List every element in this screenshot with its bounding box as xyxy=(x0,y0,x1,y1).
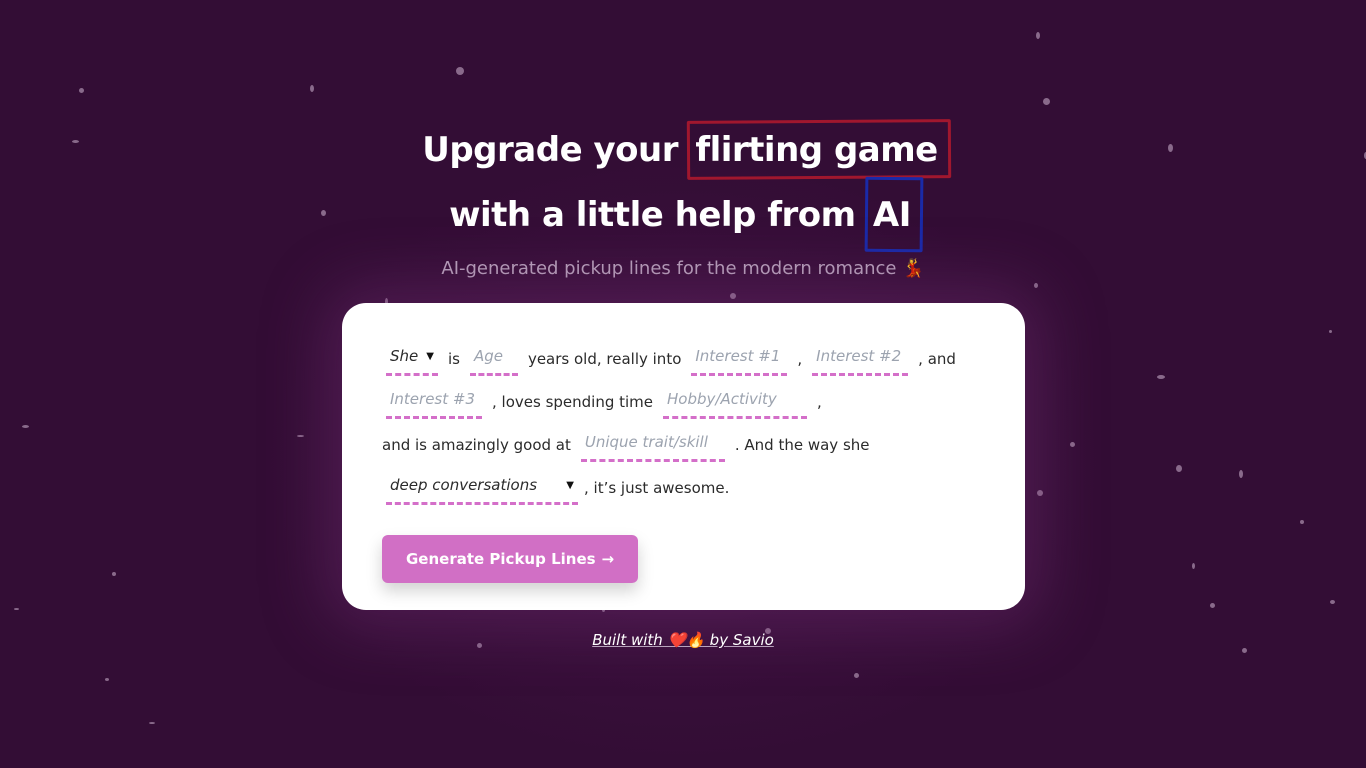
particle xyxy=(1176,465,1182,472)
title-highlight-ai: AI xyxy=(867,183,917,248)
pronoun-select[interactable]: She ▼ xyxy=(386,342,438,376)
particle xyxy=(112,572,116,576)
title-prefix-1: Upgrade your xyxy=(422,130,678,170)
particle xyxy=(1157,375,1165,379)
footer: Built with ❤️🔥 by Savio xyxy=(0,630,1366,649)
chevron-down-icon: ▼ xyxy=(426,350,434,362)
particle xyxy=(79,88,84,93)
subtitle: AI-generated pickup lines for the modern… xyxy=(441,258,925,279)
particle xyxy=(730,293,736,299)
particle xyxy=(1330,600,1335,604)
text-way: . And the way she xyxy=(734,435,870,454)
particle xyxy=(854,673,859,678)
page: Upgrade your flirting game with a little… xyxy=(0,0,1366,768)
text-comma-1: , xyxy=(797,349,803,368)
pickup-form-card: She ▼ is Age years old, really into Inte… xyxy=(342,303,1025,610)
particle xyxy=(1192,563,1195,569)
text-good-at: and is amazingly good at xyxy=(382,435,571,454)
title-line-2: with a little help from AI xyxy=(0,183,1366,248)
trait-input[interactable]: Unique trait/skill xyxy=(580,428,725,462)
particle xyxy=(1034,283,1038,288)
particle xyxy=(1239,470,1243,478)
hero: Upgrade your flirting game with a little… xyxy=(0,118,1366,279)
form-row-1: She ▼ is Age years old, really into Inte… xyxy=(382,337,985,380)
particle xyxy=(310,85,314,92)
hobby-input[interactable]: Hobby/Activity xyxy=(663,385,808,419)
title-highlight-flirting: flirting game xyxy=(689,118,943,183)
generate-pickup-lines-button[interactable]: Generate Pickup Lines → xyxy=(382,535,639,583)
arrow-right-icon: → xyxy=(601,550,615,568)
generate-button-label: Generate Pickup Lines xyxy=(406,550,596,568)
particle xyxy=(456,67,464,75)
particle xyxy=(1043,98,1050,105)
text-is: is xyxy=(447,349,460,368)
interest-3-input[interactable]: Interest #3 xyxy=(386,385,482,419)
text-loves: , loves spending time xyxy=(492,392,654,411)
particle xyxy=(1210,603,1215,608)
form-row-4: deep conversations ▼ , it’s just awesome… xyxy=(382,466,985,509)
text-comma-2: , xyxy=(817,392,822,411)
credit-link[interactable]: Built with ❤️🔥 by Savio xyxy=(592,631,774,649)
particle xyxy=(1070,442,1075,447)
particle xyxy=(14,608,19,610)
text-and: , and xyxy=(918,349,956,368)
interest-1-input[interactable]: Interest #1 xyxy=(691,342,788,376)
text-years: years old, really into xyxy=(527,349,682,368)
interest-2-input[interactable]: Interest #2 xyxy=(812,342,909,376)
age-input[interactable]: Age xyxy=(469,342,518,376)
particle xyxy=(149,722,155,724)
particle xyxy=(22,425,29,428)
particle xyxy=(1036,32,1040,39)
title-line-1: Upgrade your flirting game xyxy=(0,118,1366,183)
particle xyxy=(1329,330,1332,333)
chevron-down-icon: ▼ xyxy=(566,479,574,491)
form-row-3: and is amazingly good at Unique trait/sk… xyxy=(382,423,985,466)
title-prefix-2: with a little help from xyxy=(449,195,856,235)
style-select[interactable]: deep conversations ▼ xyxy=(386,471,578,505)
form-row-2: Interest #3 , loves spending time Hobby/… xyxy=(382,380,985,423)
style-value: deep conversations xyxy=(390,476,538,494)
particle xyxy=(1300,520,1304,524)
particle xyxy=(297,435,304,437)
pronoun-value: She xyxy=(390,347,419,365)
particle xyxy=(105,678,109,681)
text-awesome: , it’s just awesome. xyxy=(584,478,730,497)
particle xyxy=(1037,490,1043,496)
